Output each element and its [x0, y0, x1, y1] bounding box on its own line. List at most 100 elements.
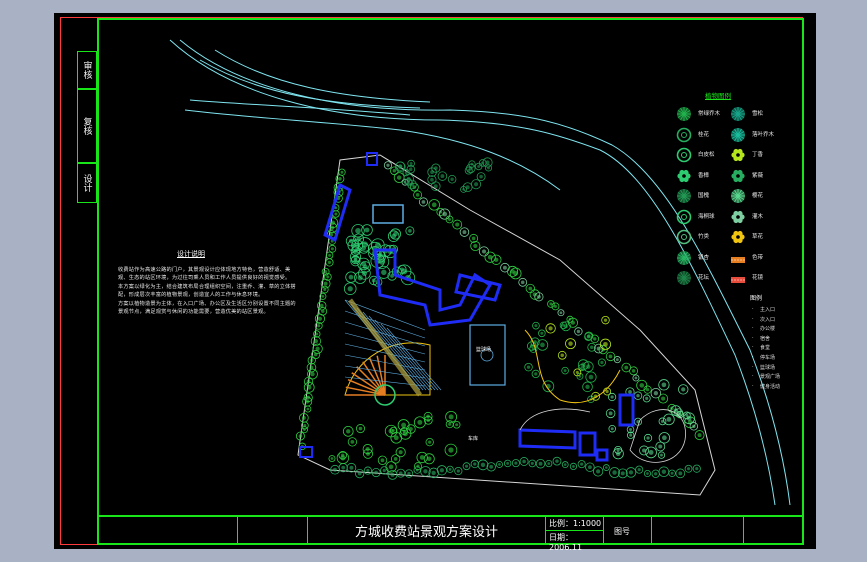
- tree-core: [431, 470, 436, 476]
- design-notes-body: 收费站作为高速公路的门户，其景观设计应体现地方特色，营造舒适、美观、生态的站区环…: [118, 266, 298, 316]
- gatehouse: [299, 446, 313, 458]
- tree-core: [681, 387, 686, 392]
- site-boundary: [297, 154, 716, 496]
- tree-core: [301, 415, 306, 420]
- tree-core: [386, 163, 390, 167]
- tree-core: [642, 448, 647, 453]
- plant-symbol-icon: [676, 250, 692, 270]
- tree-core: [528, 286, 533, 291]
- tree-core: [572, 464, 575, 468]
- plant-legend-item: 丁香: [730, 147, 790, 162]
- tree-core: [317, 324, 321, 328]
- tree-core: [328, 253, 332, 257]
- tree-core: [462, 188, 465, 191]
- tree-core: [349, 465, 354, 470]
- plant-legend-item: 草花: [730, 229, 790, 244]
- tree-core: [588, 374, 594, 380]
- title-block: 方城收费站景观方案设计 比例：1:1000 日期：2006.11 图号: [98, 515, 803, 552]
- tree-core: [428, 440, 432, 444]
- highway-line: [214, 49, 431, 103]
- tree-core: [661, 396, 666, 401]
- plant-legend-item: 落叶乔木: [730, 127, 790, 142]
- plant-legend-label: 雪松: [752, 111, 764, 117]
- tree-core: [608, 411, 613, 416]
- tree-core: [442, 211, 448, 217]
- tree-core: [455, 222, 460, 227]
- plant-legend-item: 紫薇: [730, 168, 790, 182]
- building-outline: [595, 448, 609, 462]
- tree-core: [686, 415, 692, 421]
- tree-core: [371, 278, 376, 283]
- tree-core: [666, 416, 672, 422]
- plant-symbol-icon: [730, 209, 746, 229]
- tree-core: [479, 174, 483, 179]
- tree-core: [471, 236, 476, 241]
- plant-legend-label: 丁香: [752, 152, 764, 158]
- plant-symbol-icon: [730, 147, 746, 167]
- plant-symbol-icon: [676, 270, 692, 290]
- tree-core: [396, 175, 402, 180]
- plant-symbol-icon: [730, 168, 746, 188]
- tree-core: [481, 249, 487, 254]
- building-outline: [454, 273, 502, 302]
- plant-legend-item: 国槐: [676, 188, 736, 203]
- tree-core: [514, 461, 518, 465]
- site-legend-title: 图例: [750, 295, 763, 302]
- tree-core: [415, 193, 420, 197]
- tree-core: [326, 275, 330, 279]
- tree-core: [494, 257, 499, 262]
- plant-legend-label: 银杏: [698, 254, 710, 261]
- tree-core: [485, 160, 490, 165]
- design-notes-title: 设计说明: [177, 250, 205, 258]
- tree-core: [686, 467, 691, 471]
- tree-core: [489, 464, 494, 469]
- tree-core: [585, 384, 590, 390]
- tree-core: [645, 387, 650, 392]
- tree-core: [580, 366, 584, 369]
- tree-core: [430, 170, 435, 175]
- tree-core: [559, 311, 563, 315]
- tree-core: [450, 177, 454, 181]
- tree-core: [355, 227, 361, 234]
- building-outline: [373, 248, 492, 327]
- tree-core: [456, 469, 460, 473]
- tree-core: [340, 170, 344, 174]
- parking-label: 车库: [468, 435, 478, 442]
- site-legend-item: 健身活动: [752, 383, 780, 390]
- plant-legend-item: 白皮松: [676, 147, 736, 163]
- tree-core: [526, 365, 531, 369]
- tree-core: [480, 462, 486, 468]
- tree-core: [586, 334, 591, 339]
- tree-core: [408, 427, 413, 431]
- tree-core: [575, 370, 579, 374]
- tree-core: [366, 468, 370, 473]
- tree-core: [477, 165, 481, 168]
- scale-label: 比例：: [549, 519, 573, 528]
- plant-symbol-icon: [730, 106, 746, 126]
- plant-legend-label: 竹类: [698, 234, 710, 240]
- plant-legend-label: 香樟: [698, 172, 710, 179]
- site-legend-item: 停车场: [752, 354, 775, 361]
- scale-date-cell: 比例：1:1000 日期：2006.11: [546, 517, 604, 552]
- tree-core: [401, 422, 407, 428]
- tree-core: [610, 427, 614, 431]
- tree-core: [636, 393, 640, 398]
- tree-core: [537, 294, 541, 299]
- plant-symbol-icon: [676, 168, 692, 188]
- tree-core: [409, 167, 413, 172]
- tree-core: [555, 459, 559, 463]
- tree-core: [637, 467, 641, 472]
- tree-core: [313, 338, 319, 344]
- tree-core: [645, 396, 649, 401]
- tree-core: [615, 451, 621, 457]
- tree-core: [678, 471, 683, 476]
- plant-symbol-icon: [730, 127, 746, 147]
- tree-core: [553, 304, 558, 308]
- plant-legend-item: 樱花: [730, 188, 790, 203]
- tree-core: [629, 428, 633, 432]
- tree-core: [298, 434, 303, 438]
- plant-legend-label: 国槐: [698, 193, 710, 199]
- tree-core: [364, 227, 370, 233]
- tree-core: [398, 450, 403, 455]
- plant-symbol-icon: [730, 229, 746, 249]
